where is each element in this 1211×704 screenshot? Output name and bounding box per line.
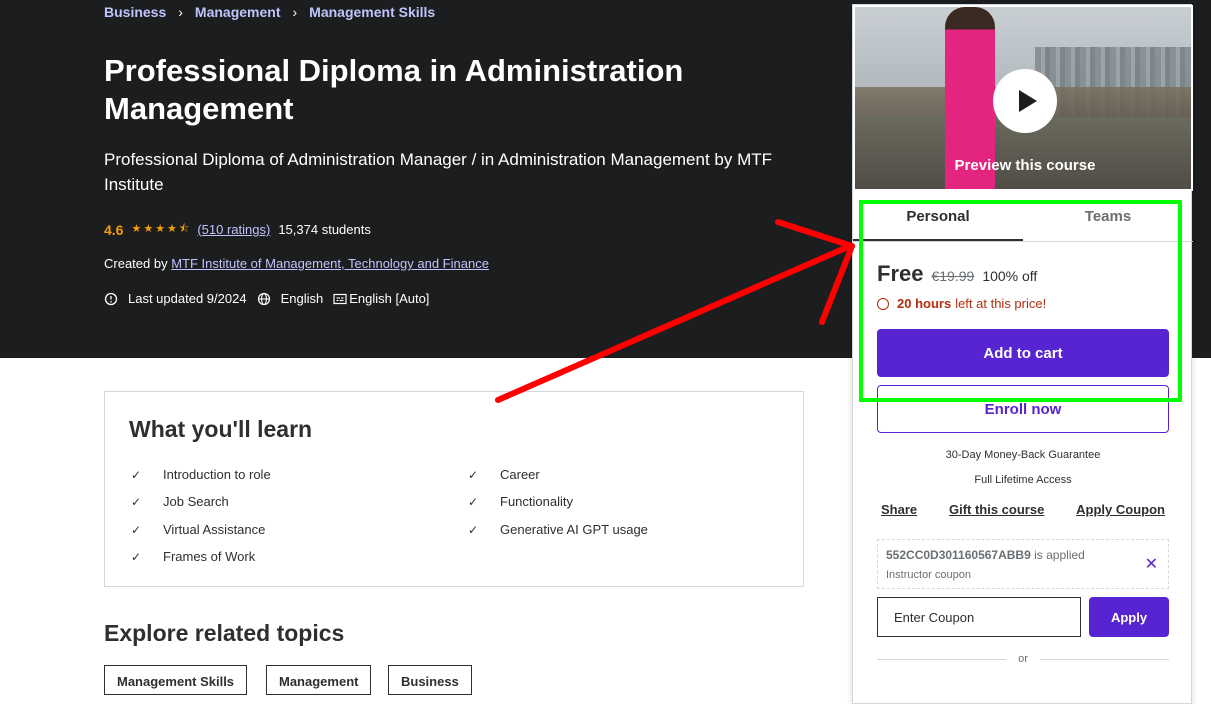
star-rating-icon: ★★★★⯪ [131, 223, 192, 235]
breadcrumb-item-management[interactable]: Management [195, 4, 281, 20]
students-count: 15,374 students [278, 222, 371, 237]
what-youll-learn-box: What you'll learn ✓ Introduction to role … [104, 391, 804, 587]
check-icon: ✓ [131, 467, 142, 482]
created-by-label: Created by [104, 256, 168, 271]
course-subtitle: Professional Diploma of Administration M… [104, 150, 773, 194]
breadcrumb-item-business[interactable]: Business [104, 4, 166, 20]
course-title: Professional Diploma in Administration M… [104, 53, 684, 126]
share-link[interactable]: Share [881, 502, 917, 517]
coupon-type: Instructor coupon [886, 569, 971, 581]
add-to-cart-button[interactable]: Add to cart [877, 329, 1169, 377]
close-icon[interactable]: ✕ [1145, 554, 1158, 574]
discount-percent: 100% off [982, 268, 1038, 284]
last-updated: Last updated 9/2024 [128, 291, 247, 306]
closed-captions-icon [333, 293, 347, 304]
alarm-clock-icon [877, 297, 889, 310]
course-captions: English [Auto] [349, 291, 430, 306]
timer-text: left at this price! [955, 296, 1047, 311]
creator-link[interactable]: MTF Institute of Management, Technology … [171, 256, 489, 271]
rating-row: 4.6 ★★★★⯪ (510 ratings) 15,374 students [104, 220, 371, 239]
ratings-count-link[interactable]: (510 ratings) [197, 222, 270, 237]
topic-management-skills[interactable]: Management Skills [104, 665, 248, 695]
original-price: €19.99 [931, 268, 975, 284]
list-item: ✓ Virtual Assistance [131, 522, 266, 537]
tab-personal[interactable]: Personal [853, 200, 1023, 241]
play-button[interactable] [993, 69, 1057, 133]
course-meta: Last updated 9/2024 English English [Aut… [104, 291, 429, 306]
or-divider: or [877, 653, 1169, 665]
lifetime-access: Full Lifetime Access [974, 474, 1072, 486]
gift-course-link[interactable]: Gift this course [949, 502, 1044, 517]
enroll-now-button[interactable]: Enroll now [877, 385, 1169, 433]
coupon-applied-text: is applied [1034, 548, 1085, 562]
list-item: ✓ Career [468, 467, 540, 482]
course-preview[interactable]: Preview this course [853, 5, 1193, 191]
rating-value: 4.6 [104, 221, 124, 238]
explore-title: Explore related topics [104, 620, 345, 646]
price-timer: 20 hours left at this price! [877, 296, 1046, 311]
chevron-right-icon: › [178, 4, 183, 20]
purchase-sidebar: Preview this course Personal Teams Free … [852, 4, 1193, 704]
coupon-code-line: 552CC0D301160567ABB9 is applied [886, 548, 1085, 562]
play-icon [1018, 90, 1037, 112]
apply-coupon-button[interactable]: Apply [1089, 597, 1169, 637]
topic-management[interactable]: Management [266, 665, 372, 695]
list-item: ✓ Job Search [131, 494, 229, 509]
tab-teams[interactable]: Teams [1023, 200, 1193, 241]
topic-business[interactable]: Business [388, 665, 472, 695]
plan-tabs: Personal Teams [853, 200, 1193, 242]
list-item: ✓ Frames of Work [131, 549, 256, 564]
chevron-right-icon: › [292, 4, 298, 20]
divider-line [877, 658, 1007, 660]
breadcrumb: Business › Management › Management Skill… [104, 4, 435, 20]
timer-hours: 20 hours [897, 296, 952, 311]
coupon-input[interactable] [877, 597, 1081, 637]
list-item: ✓ Introduction to role [131, 467, 271, 482]
money-back-guarantee: 30-Day Money-Back Guarantee [945, 449, 1101, 461]
course-language: English [280, 291, 324, 306]
current-price: Free [877, 261, 924, 286]
divider-line [1039, 658, 1169, 660]
alert-badge-icon [104, 292, 118, 305]
check-icon: ✓ [131, 549, 142, 564]
check-icon: ✓ [131, 494, 142, 509]
breadcrumb-item-management-skills[interactable]: Management Skills [309, 4, 435, 20]
apply-coupon-link[interactable]: Apply Coupon [1076, 502, 1165, 517]
list-item: ✓ Generative AI GPT usage [468, 522, 648, 537]
or-text: or [1018, 653, 1028, 665]
check-icon: ✓ [131, 522, 142, 537]
course-actions: Share Gift this course Apply Coupon [881, 502, 1165, 517]
created-by: Created by MTF Institute of Management, … [104, 256, 489, 271]
preview-label: Preview this course [954, 157, 1096, 174]
check-icon: ✓ [468, 467, 479, 482]
learn-title: What you'll learn [129, 416, 313, 442]
price-row: Free €19.99 100% off [877, 261, 1037, 287]
globe-icon [257, 292, 270, 305]
check-icon: ✓ [468, 494, 479, 509]
applied-coupon: 552CC0D301160567ABB9 is applied Instruct… [877, 539, 1169, 589]
check-icon: ✓ [468, 522, 479, 537]
coupon-code: 552CC0D301160567ABB9 [886, 548, 1031, 562]
list-item: ✓ Functionality [468, 494, 573, 509]
